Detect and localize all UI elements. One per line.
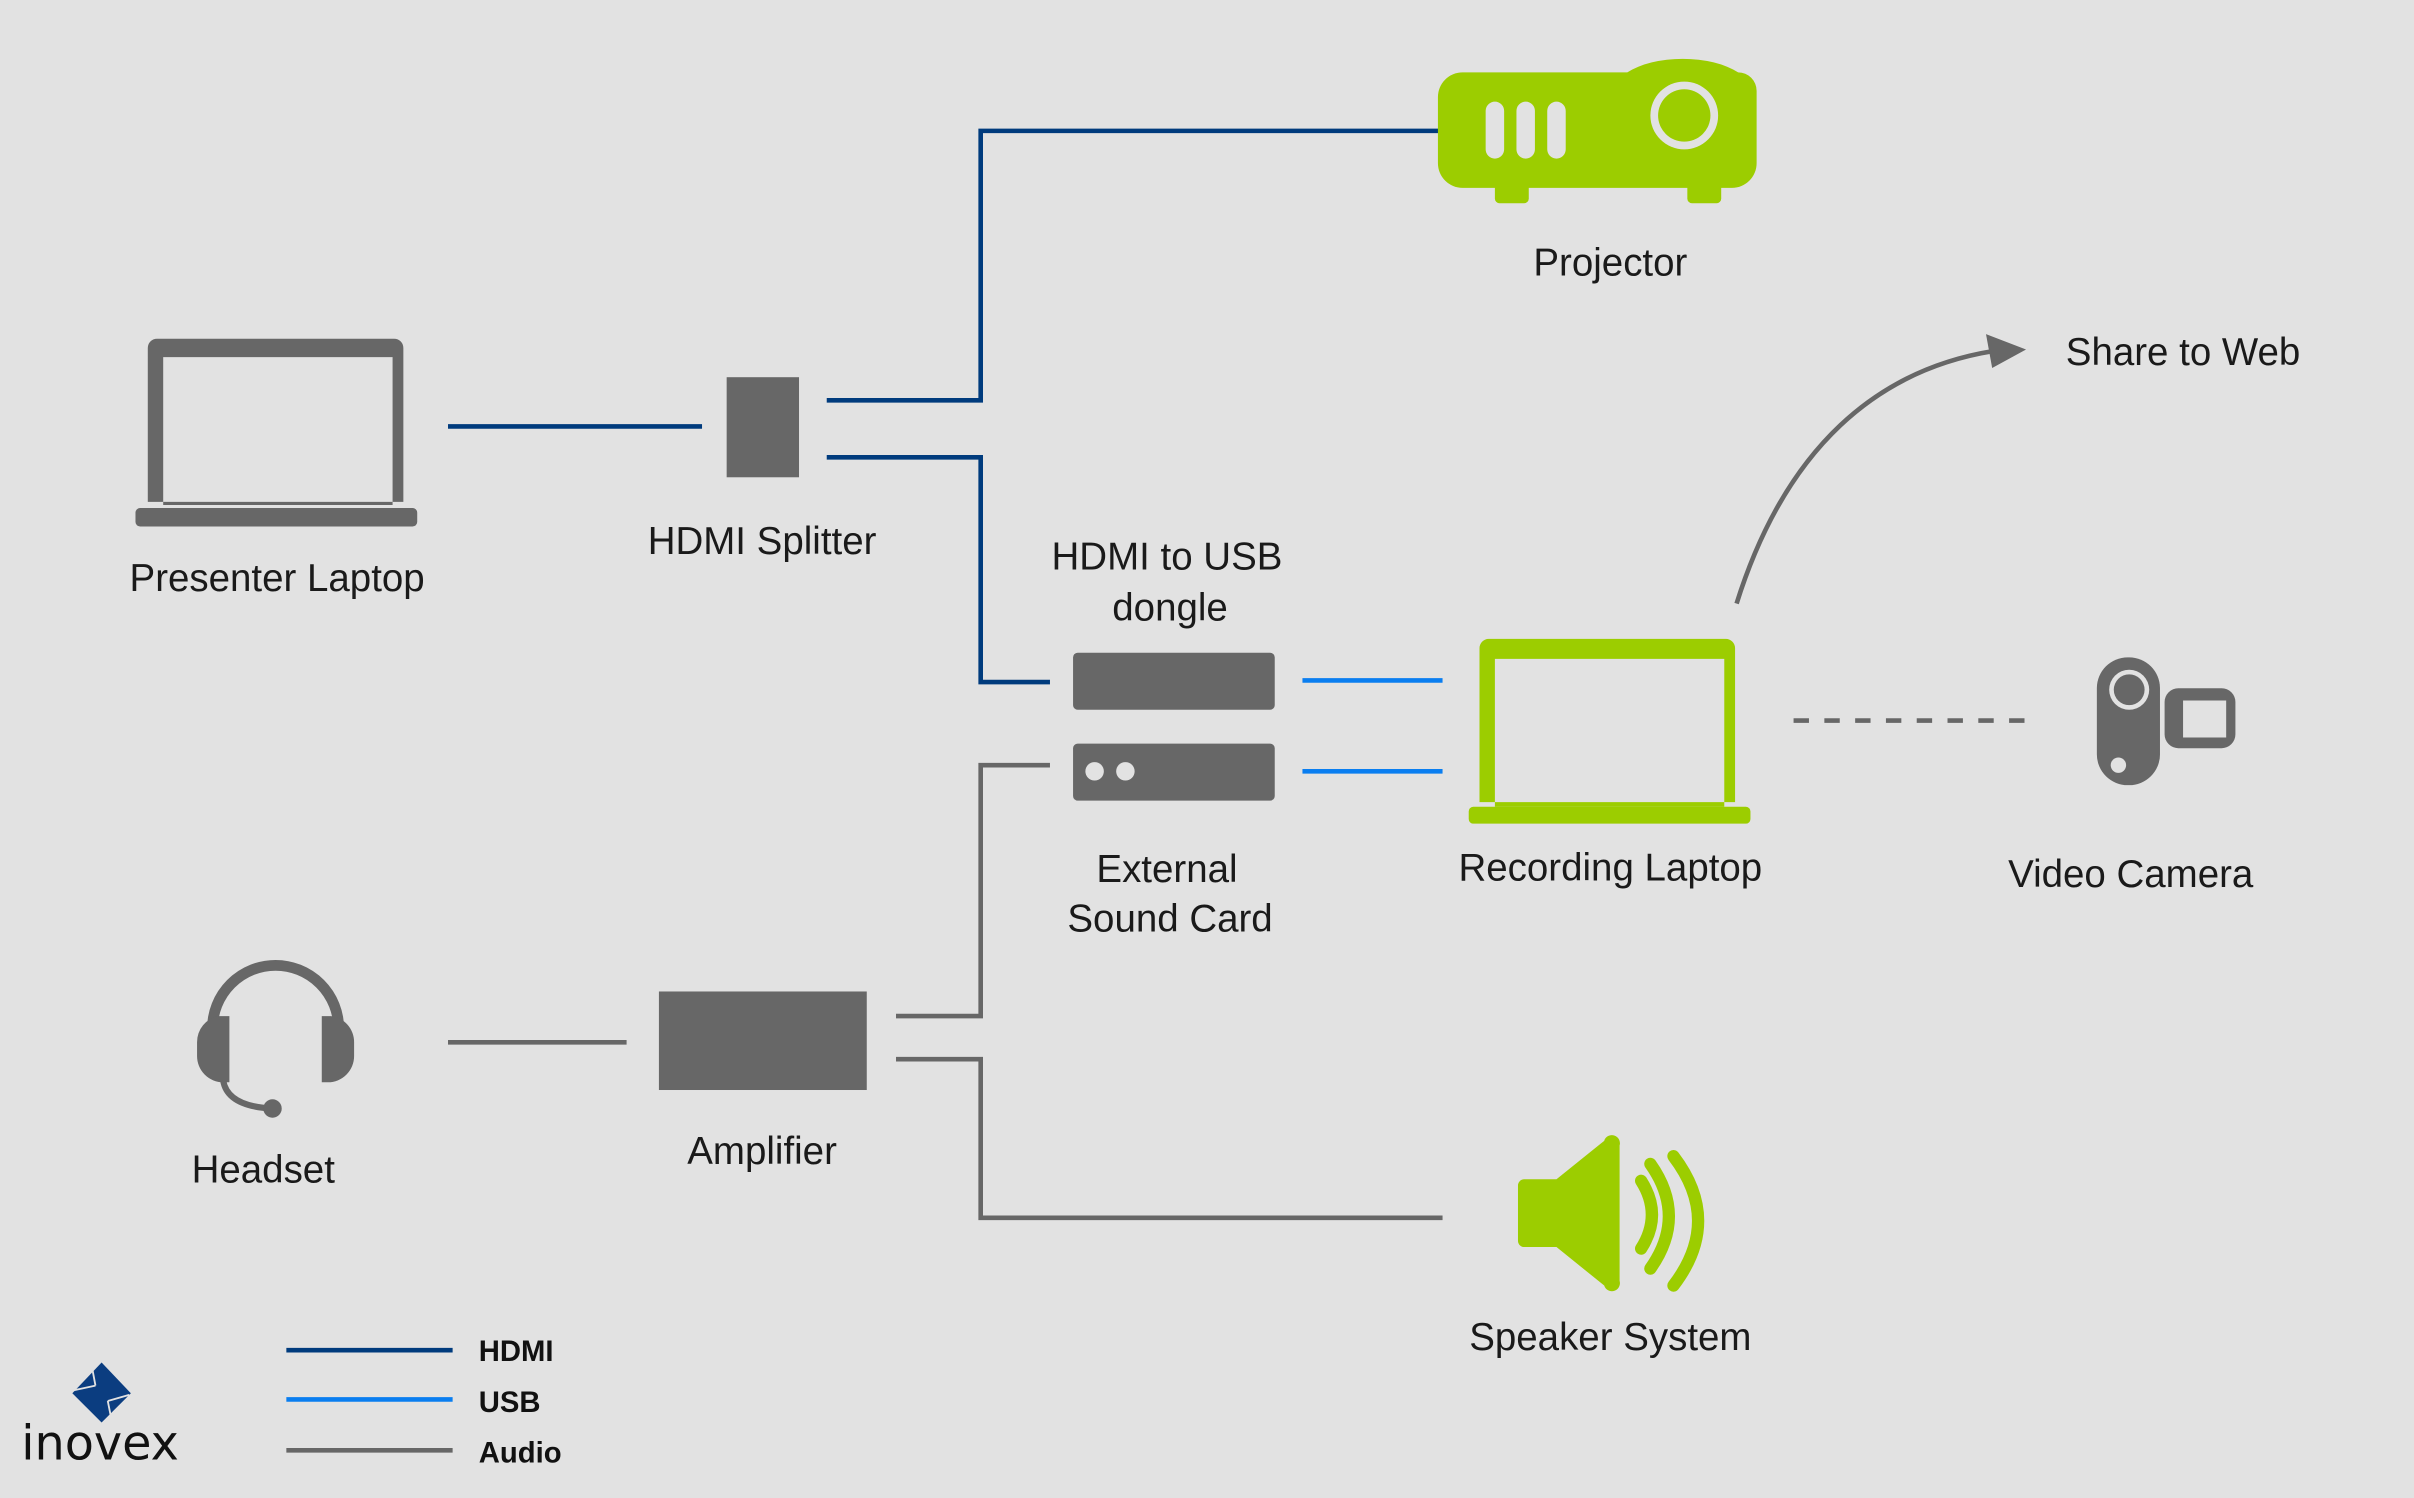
label-soundcard-line1: External bbox=[1096, 848, 1237, 891]
label-projector: Projector bbox=[1533, 242, 1687, 285]
sound-card-icon bbox=[1073, 743, 1275, 801]
label-dongle-line2: dongle bbox=[1112, 586, 1228, 629]
diagram-canvas: Presenter Laptop HDMI Splitter Projector… bbox=[0, 0, 2414, 1498]
projector-icon bbox=[1437, 58, 1757, 204]
label-hdmi-splitter: HDMI Splitter bbox=[648, 520, 877, 563]
legend-label-usb: USB bbox=[479, 1387, 541, 1419]
label-presenter-laptop: Presenter Laptop bbox=[130, 557, 425, 600]
label-soundcard-line2: Sound Card bbox=[1067, 897, 1272, 940]
node-share-to-web[interactable]: Share to Web bbox=[2066, 331, 2301, 374]
node-amplifier[interactable]: Amplifier bbox=[658, 991, 867, 1173]
amplifier-box-icon bbox=[658, 991, 867, 1091]
label-amplifier: Amplifier bbox=[687, 1130, 837, 1173]
legend-label-hdmi: HDMI bbox=[479, 1336, 554, 1368]
label-share-to-web: Share to Web bbox=[2066, 331, 2301, 374]
label-dongle-line1: HDMI to USB bbox=[1052, 536, 1283, 579]
splitter-box-icon bbox=[726, 377, 800, 478]
label-video-camera: Video Camera bbox=[2008, 853, 2254, 896]
logo-text: inovex bbox=[21, 1416, 179, 1471]
label-headset: Headset bbox=[192, 1148, 336, 1191]
legend-label-audio: Audio bbox=[479, 1438, 562, 1470]
label-speaker-system: Speaker System bbox=[1469, 1316, 1751, 1359]
label-recording-laptop: Recording Laptop bbox=[1459, 847, 1763, 890]
dongle-icon bbox=[1073, 652, 1275, 710]
